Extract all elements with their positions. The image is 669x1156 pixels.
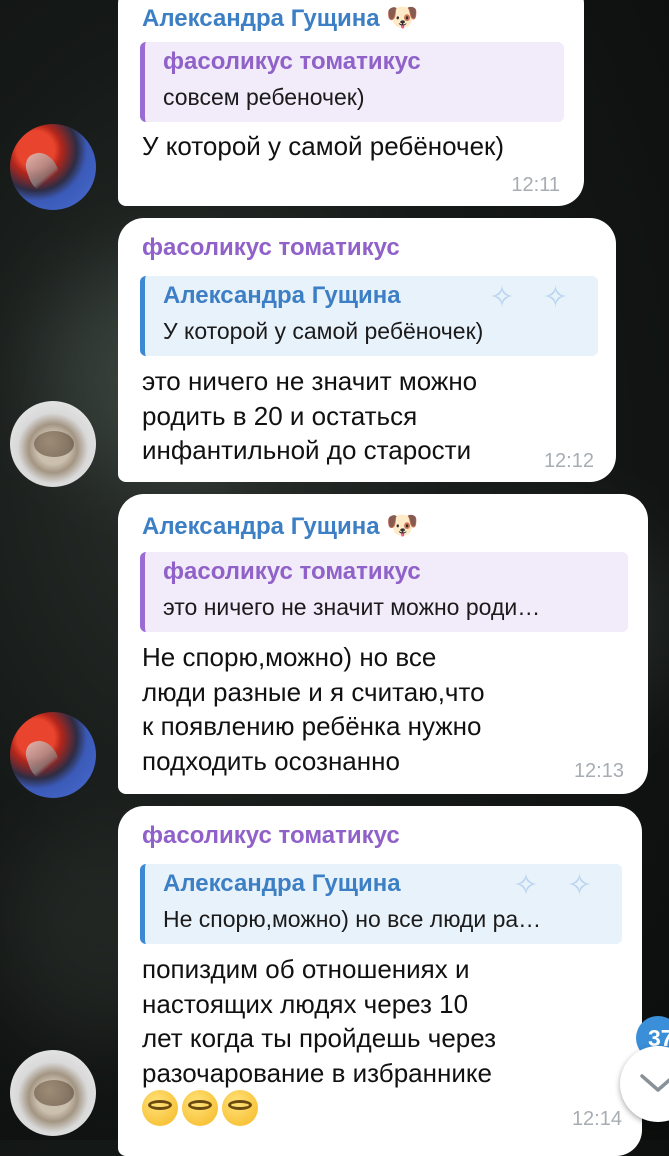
message-time: 12:12 [543,450,594,472]
sender-name[interactable]: Александра Гущина 🐶 [142,510,419,541]
nerd-face-icon [222,1090,258,1127]
reply-quote[interactable]: фасоликус томатикус совсем ребеночек) [140,42,564,122]
quote-text: это ничего не значит можно роди… [163,594,541,620]
chevron-down-icon [640,1074,669,1092]
message-time: 12:14 [571,1108,622,1130]
quote-sender: Александра Гущина [163,870,401,897]
message-text: попиздим об отношениях и настоящих людях… [142,954,497,1088]
message-bubble[interactable]: Александра Гущина 🐶 фасоликус томатикус … [118,0,584,206]
message-text: У которой у самой ребёночек) [142,131,505,161]
avatar[interactable] [10,712,96,798]
sender-name[interactable]: фасоликус томатикус [142,234,400,262]
quote-text: Не спорю,можно) но все люди ра… [163,906,542,932]
avatar[interactable] [10,1050,96,1136]
message-time: 12:13 [573,760,624,782]
message-bubble[interactable]: фасоликус томатикус ✧ ✧ Александра Гущин… [118,218,616,482]
reply-quote[interactable]: фасоликус томатикус это ничего не значит… [140,552,628,632]
emoji-line: 🤓🤓🤓 [142,1090,262,1127]
message-text: Не спорю,можно) но все люди разные и я с… [142,642,485,776]
quote-sender: фасоликус томатикус [163,48,421,75]
quote-sender: фасоликус томатикус [163,558,421,585]
reply-quote[interactable]: ✧ ✧ Александра Гущина Не спорю,можно) но… [140,864,622,944]
dog-emoji-icon: 🐶 [386,2,419,32]
reply-quote[interactable]: ✧ ✧ Александра Гущина У которой у самой … [140,276,598,356]
avatar[interactable] [10,401,96,487]
avatar[interactable] [10,124,96,210]
sender-name[interactable]: Александра Гущина 🐶 [142,2,419,33]
message-bubble[interactable]: Александра Гущина 🐶 фасоликус томатикус … [118,494,648,794]
quote-text: У которой у самой ребёночек) [163,318,484,344]
quote-sender: Александра Гущина [163,282,401,309]
dog-emoji-icon: 🐶 [386,510,419,540]
message-bubble[interactable]: фасоликус томатикус ✧ ✧ Александра Гущин… [118,806,642,1156]
quote-text: совсем ребеночек) [163,84,365,110]
sender-name[interactable]: фасоликус томатикус [142,822,400,850]
star-pattern-icon: ✧ ✧ [489,281,578,314]
message-text: это ничего не значит можно родить в 20 и… [142,366,478,465]
star-pattern-icon: ✧ ✧ [513,869,602,902]
message-time: 12:11 [511,174,560,196]
nerd-face-icon [142,1090,178,1127]
nerd-face-icon [182,1090,218,1127]
